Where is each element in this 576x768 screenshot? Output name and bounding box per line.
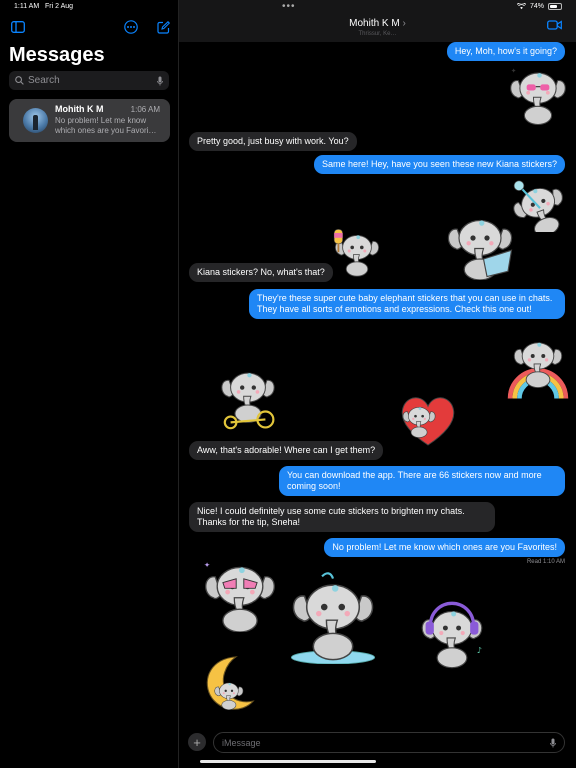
sticker-elephant-sunglasses[interactable]: ✦: [506, 64, 570, 126]
search-placeholder: Search: [28, 75, 60, 86]
message-input[interactable]: iMessage: [213, 732, 565, 753]
message-incoming[interactable]: Nice! I could definitely use some cute s…: [189, 502, 495, 532]
message-outgoing[interactable]: Same here! Hey, have you seen these new …: [314, 155, 565, 174]
avatar: [23, 108, 48, 133]
message-incoming[interactable]: Aww, that's adorable! Where can I get th…: [189, 441, 384, 460]
conversation-time: 1:06 AM: [130, 105, 160, 114]
home-indicator[interactable]: [200, 760, 376, 763]
sidebar-toggle-icon[interactable]: [9, 18, 27, 36]
message-incoming[interactable]: Pretty good, just busy with work. You?: [189, 132, 357, 151]
sticker-elephant-rainbow[interactable]: [507, 338, 569, 400]
read-receipt: Read 1:10 AM: [526, 559, 565, 565]
message-outgoing[interactable]: Hey, Moh, how's it going?: [446, 42, 565, 61]
message-composer: + iMessage: [179, 730, 576, 756]
add-attachment-button[interactable]: +: [188, 733, 206, 751]
sidebar: Messages Search Mohith K M 1:06 AM No pr…: [0, 0, 179, 768]
svg-text:✦: ✦: [204, 560, 211, 569]
sticker-elephant-laptop[interactable]: [444, 210, 516, 280]
sidebar-toolbar: [0, 18, 178, 38]
multitasking-dots-icon[interactable]: •••: [282, 1, 296, 12]
svg-text:♪: ♪: [477, 645, 482, 655]
battery-icon: [548, 3, 562, 10]
sticker-elephant-fountain[interactable]: [289, 572, 377, 664]
message-outgoing[interactable]: They're these super cute baby elephant s…: [249, 289, 565, 319]
sidebar-title: Messages: [9, 44, 105, 66]
compose-icon[interactable]: [154, 18, 172, 36]
contact-name[interactable]: Mohith K M ›: [179, 18, 576, 29]
message-incoming[interactable]: Kiana stickers? No, what's that?: [189, 263, 333, 282]
conversation-name: Mohith K M: [55, 104, 104, 114]
status-time: 1:11 AM Fri 2 Aug: [14, 3, 74, 10]
search-icon: [15, 76, 24, 85]
microphone-icon[interactable]: [550, 738, 556, 748]
facetime-video-icon[interactable]: [547, 20, 562, 30]
microphone-icon[interactable]: [157, 76, 163, 86]
svg-text:✦: ✦: [511, 67, 517, 75]
sticker-elephant-moon[interactable]: [197, 654, 255, 714]
message-outgoing[interactable]: No problem! Let me know which ones are y…: [324, 538, 565, 557]
conversation-item[interactable]: Mohith K M 1:06 AM No problem! Let me kn…: [9, 99, 170, 142]
contact-subtitle: Thrissur, Ke…: [358, 31, 397, 37]
sticker-elephant-fan[interactable]: [512, 180, 568, 232]
search-field[interactable]: Search: [9, 71, 169, 90]
status-date: Fri 2 Aug: [45, 3, 74, 10]
battery-percent: 74%: [529, 3, 544, 10]
conversation-preview: No problem! Let me know which ones are y…: [55, 116, 157, 135]
sticker-elephant-headphones[interactable]: ♪: [419, 594, 485, 672]
sticker-elephant-heart[interactable]: [398, 390, 458, 448]
sticker-elephant-tricycle[interactable]: [219, 364, 277, 430]
sticker-elephant-dab[interactable]: ✦: [201, 556, 279, 632]
message-input-placeholder: iMessage: [222, 737, 261, 748]
wifi-icon: [516, 3, 526, 10]
sticker-elephant-icecream[interactable]: [333, 228, 381, 280]
status-bar: 1:11 AM Fri 2 Aug ••• 74%: [0, 0, 576, 14]
message-outgoing[interactable]: You can download the app. There are 66 s…: [279, 466, 565, 496]
more-options-icon[interactable]: [122, 18, 140, 36]
chat-pane: Mohith K M › Thrissur, Ke… Hey, Moh, how…: [179, 0, 576, 768]
